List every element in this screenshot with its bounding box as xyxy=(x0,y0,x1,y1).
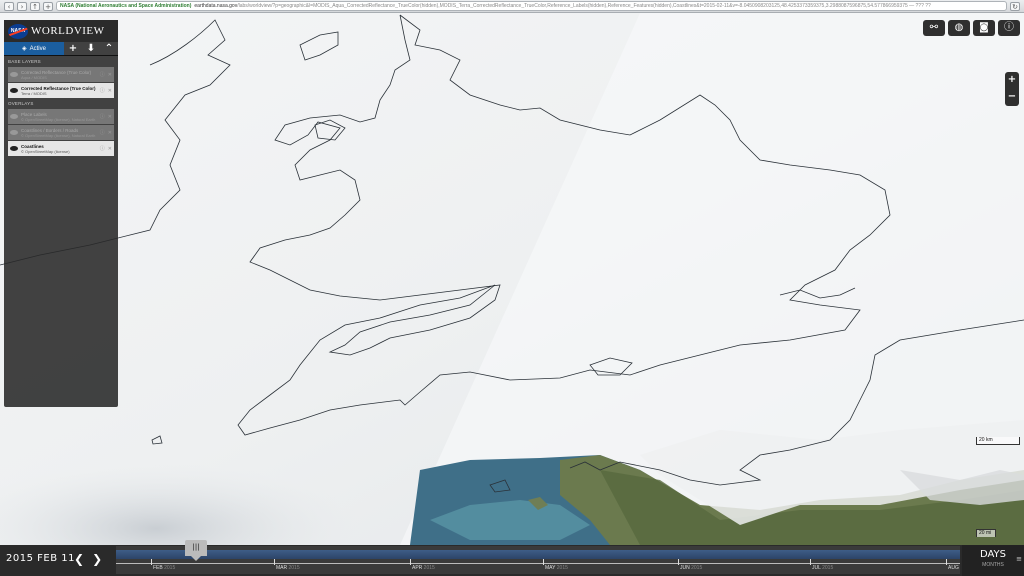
base-layers-heading: BASE LAYERS xyxy=(8,59,41,64)
month-tick xyxy=(410,559,411,565)
map-view[interactable]: 20 km 20 mi xyxy=(0,13,1024,545)
eye-icon[interactable] xyxy=(10,130,18,135)
info-icon[interactable]: ⓘ xyxy=(100,130,105,136)
add-layers-button[interactable]: + xyxy=(64,42,82,55)
interval-selector[interactable]: DAYS MONTHS ≡ xyxy=(962,545,1024,576)
eye-icon[interactable] xyxy=(10,146,18,151)
close-icon[interactable]: ✕ xyxy=(108,114,112,120)
layer-item[interactable]: Corrected Reflectance (True Color) Terra … xyxy=(8,83,114,98)
link-icon[interactable]: ⚯ xyxy=(923,20,945,36)
scale-bar-km: 20 km xyxy=(976,437,1020,445)
nasa-logo: NASA xyxy=(8,23,28,39)
layers-icon: ◈ xyxy=(22,45,27,52)
hamburger-icon[interactable]: ≡ xyxy=(1016,555,1022,563)
camera-icon[interactable]: ◙ xyxy=(973,20,995,36)
month-label[interactable]: JUL 2015 xyxy=(812,564,833,572)
reload-button[interactable]: ↻ xyxy=(1010,1,1020,11)
timeline-track[interactable]: FEB 2015 MAR 2015 APR 2015 MAY 2015 JUN 2015… xyxy=(116,546,960,574)
site-identity-badge: NASA (National Aeronautics and Space Adm… xyxy=(60,3,192,9)
layer-panel: NASA WORLDVIEW ◈ Active + ⬇ ⌃ BASE LAYER… xyxy=(4,20,118,407)
month-label[interactable]: JUN 2015 xyxy=(680,564,702,572)
timeline-handle[interactable]: ||| xyxy=(185,540,207,561)
panel-tabs: ◈ Active + ⬇ ⌃ xyxy=(4,42,118,56)
month-label[interactable]: APR 2015 xyxy=(412,564,435,572)
layer-item[interactable]: Corrected Reflectance (True Color) Aqua /… xyxy=(8,67,114,82)
next-day-button[interactable]: ❯ xyxy=(92,551,102,567)
app-title: WORLDVIEW xyxy=(31,25,105,37)
month-tick xyxy=(810,559,811,565)
eye-icon[interactable] xyxy=(10,114,18,119)
month-label[interactable]: AUG xyxy=(948,564,959,572)
info-icon[interactable]: ⓘ xyxy=(100,88,105,94)
month-label[interactable]: MAY 2015 xyxy=(545,564,568,572)
url-text: earthdata.nasa.gov/labs/worldview/?p=geo… xyxy=(194,3,931,9)
collapse-panel-button[interactable]: ⌃ xyxy=(100,42,118,55)
layer-item[interactable]: Place Labels © OpenStreetMap (license), N… xyxy=(8,109,114,124)
close-icon[interactable]: ✕ xyxy=(108,146,112,152)
tab-active[interactable]: ◈ Active xyxy=(4,42,64,55)
layer-item[interactable]: Coastlines / Borders / Roads © OpenStreet… xyxy=(8,125,114,140)
forward-button[interactable]: › xyxy=(17,1,27,11)
current-date[interactable]: 2015 FEB 11 xyxy=(6,552,75,566)
info-icon[interactable]: ⓘ xyxy=(100,72,105,78)
eye-icon[interactable] xyxy=(10,88,18,93)
info-icon[interactable]: ⓘ xyxy=(100,146,105,152)
overlays-heading: OVERLAYS xyxy=(8,101,34,106)
back-button[interactable]: ‹ xyxy=(4,1,14,11)
worldview-brand[interactable]: NASA WORLDVIEW xyxy=(4,20,118,42)
month-tick xyxy=(678,559,679,565)
zoom-in-button[interactable]: + xyxy=(1005,72,1019,89)
month-label[interactable]: MAR 2015 xyxy=(276,564,300,572)
prev-day-button[interactable]: ❮ xyxy=(74,551,84,567)
scale-bar-mi: 20 mi xyxy=(976,529,996,537)
close-icon[interactable]: ✕ xyxy=(108,72,112,78)
browser-toolbar: ‹ › ↑ + NASA (National Aeronautics and S… xyxy=(0,0,1024,13)
layer-item[interactable]: Coastlines © OpenStreetMap (license) ⓘ ✕ xyxy=(8,141,114,156)
month-tick xyxy=(543,559,544,565)
month-tick xyxy=(151,559,152,565)
month-tick xyxy=(946,559,947,565)
satellite-imagery xyxy=(0,13,1024,545)
zoom-control: + − xyxy=(1005,72,1019,106)
download-button[interactable]: ⬇ xyxy=(82,42,100,55)
map-tools: ⚯ ◍ ◙ ⓘ xyxy=(923,20,1020,36)
timeline: 2015 FEB 11 ❮ ❯ FEB 2015 MAR 2015 APR 2015… xyxy=(0,545,1024,576)
data-availability-band xyxy=(116,550,960,559)
info-icon[interactable]: ⓘ xyxy=(100,114,105,120)
info-icon[interactable]: ⓘ xyxy=(998,20,1020,36)
close-icon[interactable]: ✕ xyxy=(108,130,112,136)
month-tick xyxy=(274,559,275,565)
zoom-out-button[interactable]: − xyxy=(1005,89,1019,106)
eye-icon[interactable] xyxy=(10,72,18,77)
month-label[interactable]: FEB 2015 xyxy=(153,564,175,572)
globe-icon[interactable]: ◍ xyxy=(948,20,970,36)
share-button[interactable]: ↑ xyxy=(30,1,40,11)
address-bar[interactable]: NASA (National Aeronautics and Space Adm… xyxy=(56,1,1007,11)
close-icon[interactable]: ✕ xyxy=(108,88,112,94)
new-tab-button[interactable]: + xyxy=(43,1,53,11)
